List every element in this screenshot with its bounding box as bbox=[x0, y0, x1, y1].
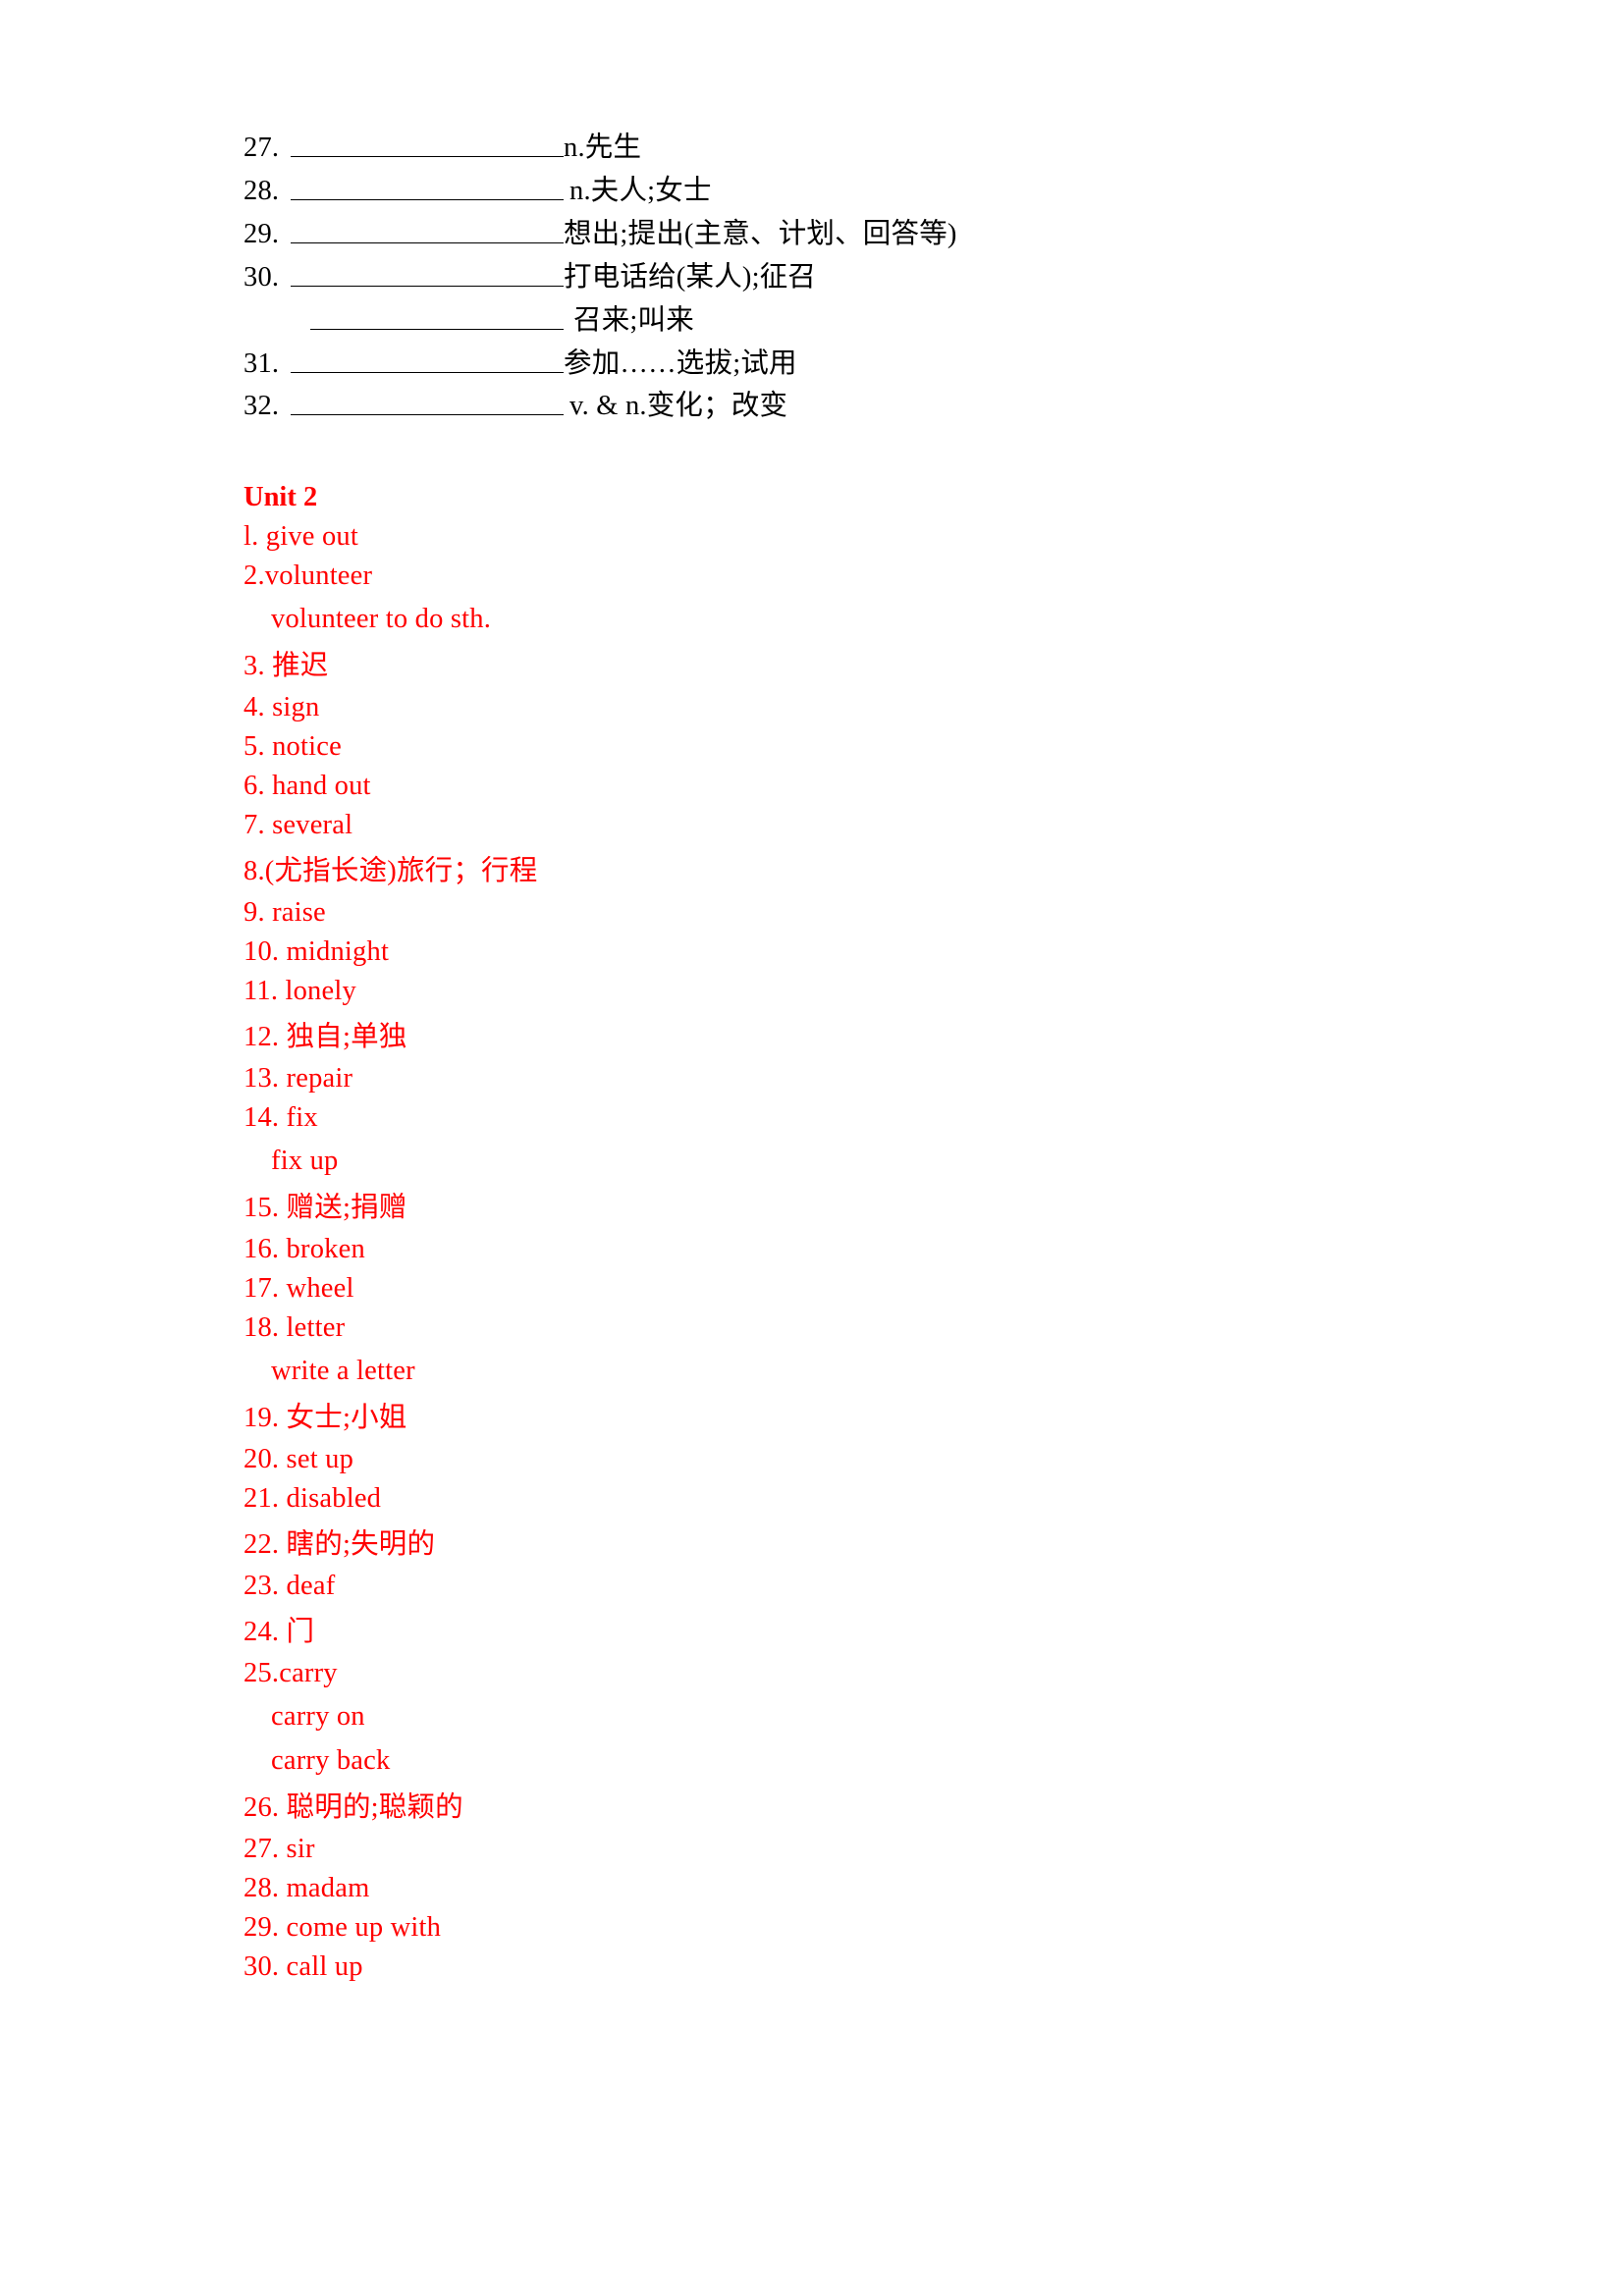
blank-fill-row: 27. n.先生 bbox=[244, 126, 1477, 169]
vocab-item: carry on bbox=[271, 1701, 365, 1733]
definition-text: 打电话给(某人);征召 bbox=[564, 261, 817, 293]
answer-blank[interactable] bbox=[291, 170, 564, 200]
blank-fill-row: 32. v. & n.变化；改变 bbox=[244, 385, 1477, 428]
vocab-item: 8.(尤指长途)旅行；行程 bbox=[244, 856, 538, 887]
vocab-item: 17. wheel bbox=[244, 1273, 354, 1305]
item-number: 32. bbox=[244, 391, 280, 422]
vocab-item: 6. hand out bbox=[244, 771, 371, 802]
vocab-item: 22. 瞎的;失明的 bbox=[244, 1529, 436, 1561]
document-page: 27. n.先生 28. n.夫人;女士 29. 想出;提出(主意、计划、回答等) 30. 打… bbox=[0, 0, 1624, 2296]
answer-blank[interactable] bbox=[291, 343, 564, 373]
definition-text: n.先生 bbox=[564, 132, 642, 163]
item-number: 29. bbox=[244, 218, 280, 249]
vocab-item: 4. sign bbox=[244, 692, 320, 723]
answer-blank[interactable] bbox=[291, 127, 564, 157]
vocab-item: 5. notice bbox=[244, 731, 342, 763]
vocab-item: 9. raise bbox=[244, 897, 326, 929]
vocab-item: 30. call up bbox=[244, 1951, 363, 1983]
vocab-item: write a letter bbox=[271, 1356, 415, 1387]
answer-blank[interactable] bbox=[310, 299, 564, 330]
vocab-item: 2.volunteer bbox=[244, 561, 373, 592]
answer-blank[interactable] bbox=[291, 213, 564, 243]
vocab-item: fix up bbox=[271, 1146, 339, 1177]
item-number: 27. bbox=[244, 132, 280, 163]
blank-fill-row: 召来;叫来 bbox=[244, 298, 1477, 342]
vocab-item: 13. repair bbox=[244, 1063, 353, 1095]
vocab-item: 21. disabled bbox=[244, 1483, 382, 1515]
blank-fill-row: 30. 打电话给(某人);征召 bbox=[244, 255, 1477, 298]
vocab-item: 3. 推迟 bbox=[244, 651, 329, 682]
blank-fill-row: 31. 参加……选拔;试用 bbox=[244, 342, 1477, 385]
vocab-item: 23. deaf bbox=[244, 1571, 336, 1602]
unit-heading: Unit 2 bbox=[244, 482, 318, 513]
vocab-item: 11. lonely bbox=[244, 976, 356, 1007]
vocab-item: 16. broken bbox=[244, 1234, 365, 1265]
definition-text: 想出;提出(主意、计划、回答等) bbox=[564, 218, 957, 249]
item-number: 30. bbox=[244, 261, 280, 293]
blank-fill-section: 27. n.先生 28. n.夫人;女士 29. 想出;提出(主意、计划、回答等) 30. 打… bbox=[244, 126, 1477, 427]
answer-blank[interactable] bbox=[291, 256, 564, 287]
definition-text: n.夫人;女士 bbox=[569, 175, 712, 206]
vocabulary-list: l. give out 2.volunteer volunteer to do st… bbox=[244, 517, 1477, 1987]
definition-text: v. & n.变化；改变 bbox=[569, 391, 788, 422]
vocab-item: l. give out bbox=[244, 521, 358, 553]
item-number: 31. bbox=[244, 347, 280, 379]
blank-fill-row: 28. n.夫人;女士 bbox=[244, 169, 1477, 212]
vocab-item: 19. 女士;小姐 bbox=[244, 1403, 407, 1434]
vocab-item: 7. several bbox=[244, 810, 353, 841]
vocab-item: 25.carry bbox=[244, 1658, 338, 1689]
vocab-item: 20. set up bbox=[244, 1444, 354, 1475]
vocab-item: volunteer to do sth. bbox=[271, 604, 492, 635]
vocab-item: 18. letter bbox=[244, 1312, 346, 1344]
vocab-item: 26. 聪明的;聪颖的 bbox=[244, 1792, 463, 1824]
blank-fill-row: 29. 想出;提出(主意、计划、回答等) bbox=[244, 212, 1477, 255]
vocab-item: 12. 独自;单独 bbox=[244, 1022, 407, 1053]
vocab-item: 15. 赠送;捐赠 bbox=[244, 1193, 407, 1224]
vocab-item: 14. fix bbox=[244, 1102, 318, 1134]
vocab-item: 28. madam bbox=[244, 1873, 370, 1904]
vocab-item: 29. come up with bbox=[244, 1912, 442, 1944]
definition-text: 参加……选拔;试用 bbox=[564, 347, 797, 379]
vocab-item: 27. sir bbox=[244, 1834, 315, 1865]
vocab-item: 24. 门 bbox=[244, 1617, 315, 1648]
vocab-item: 10. midnight bbox=[244, 936, 390, 968]
vocab-item: carry back bbox=[271, 1745, 391, 1777]
definition-text: 召来;叫来 bbox=[573, 304, 694, 336]
item-number: 28. bbox=[244, 175, 280, 206]
answer-blank[interactable] bbox=[291, 386, 564, 416]
